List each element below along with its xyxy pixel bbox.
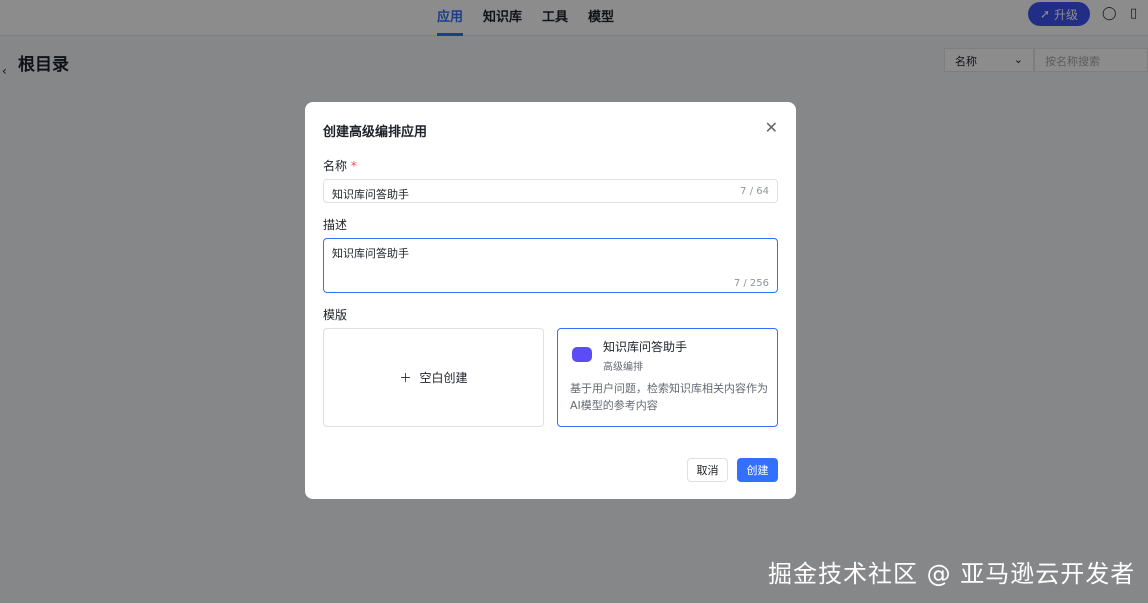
close-icon[interactable]: ✕ — [765, 118, 778, 137]
desc-count: 7 / 256 — [733, 278, 769, 289]
name-input[interactable]: 知识库问答助手 7 / 64 — [323, 179, 778, 203]
template-tag: 高级编排 — [603, 362, 643, 373]
robot-icon — [572, 347, 592, 362]
template-title: 知识库问答助手 — [603, 340, 688, 354]
name-label: 名称 * — [323, 159, 357, 173]
template-desc: 基于用户问题，检索知识库相关内容作为AI模型的参考内容 — [570, 382, 768, 412]
qa-template-card[interactable]: 知识库问答助手 高级编排 基于用户问题，检索知识库相关内容作为AI模型的参考内容 — [557, 328, 778, 427]
cancel-button[interactable]: 取消 — [687, 458, 728, 482]
watermark: 掘金技术社区 @ 亚马逊云开发者 — [768, 560, 1136, 588]
desc-label: 描述 — [323, 218, 348, 232]
template-label: 模版 — [323, 308, 348, 322]
name-count: 7 / 64 — [740, 186, 769, 197]
blank-template-card[interactable]: ＋空白创建 — [323, 328, 544, 427]
create-button[interactable]: 创建 — [737, 458, 778, 482]
create-app-dialog: 创建高级编排应用 ✕ 名称 * 知识库问答助手 7 / 64 描述 知识库问答助手… — [305, 102, 796, 499]
plus-icon: ＋ — [399, 371, 412, 385]
desc-textarea[interactable]: 知识库问答助手 7 / 256 — [323, 238, 778, 293]
dialog-title: 创建高级编排应用 — [323, 125, 428, 140]
